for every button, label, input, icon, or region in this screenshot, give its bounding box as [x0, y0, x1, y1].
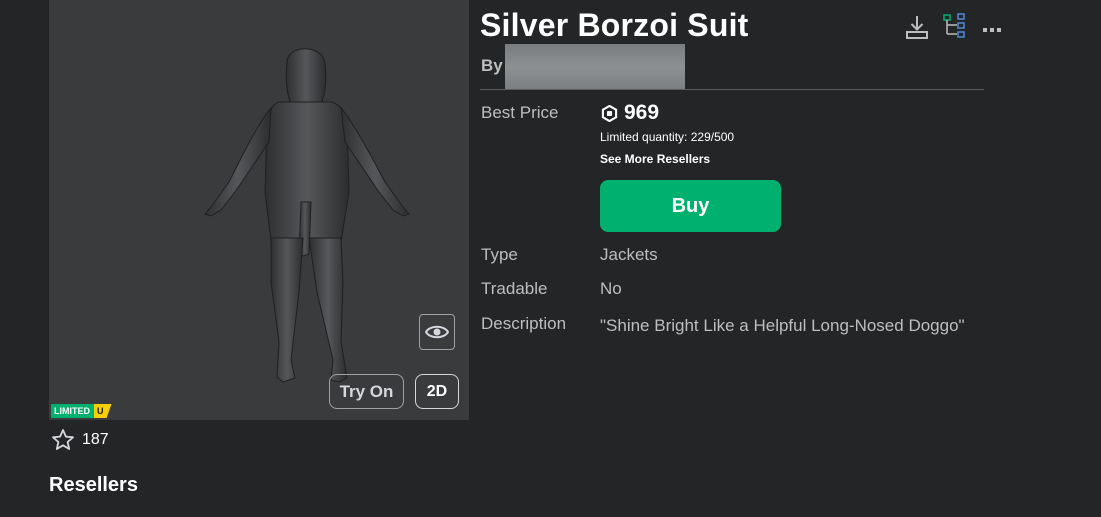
view-2d-button[interactable]: 2D	[415, 374, 459, 409]
limited-unique-badge: LIMITED U	[51, 404, 112, 418]
type-label: Type	[481, 245, 518, 264]
description-label: Description	[481, 314, 567, 333]
limited-quantity: Limited quantity: 229/500	[600, 130, 735, 144]
unique-badge-label: U	[94, 404, 112, 418]
hierarchy-icon	[943, 13, 965, 38]
description-value: "Shine Bright Like a Helpful Long-Nosed …	[600, 316, 965, 335]
tradable-value: No	[600, 279, 622, 298]
more-options-button[interactable]	[982, 21, 1002, 39]
resellers-heading: Resellers	[49, 474, 138, 496]
eye-icon	[425, 325, 449, 339]
item-thumbnail	[49, 0, 469, 420]
creator-name-redacted[interactable]	[505, 44, 685, 90]
item-title: Silver Borzoi Suit	[480, 7, 749, 43]
view-3d-button[interactable]	[419, 314, 455, 350]
header-divider	[480, 89, 984, 90]
buy-button[interactable]: Buy	[600, 180, 781, 232]
best-price-label: Best Price	[481, 103, 559, 122]
price-display: 969	[601, 101, 659, 125]
tradable-label: Tradable	[481, 279, 548, 298]
try-on-button[interactable]: Try On	[329, 374, 404, 409]
download-icon	[906, 16, 928, 39]
download-button[interactable]	[905, 14, 929, 45]
limited-badge-label: LIMITED	[51, 404, 94, 418]
creator-by-label: By	[481, 56, 503, 75]
hierarchy-button[interactable]	[943, 13, 967, 44]
see-more-resellers-link[interactable]: See More Resellers	[600, 152, 710, 166]
star-icon	[52, 429, 74, 450]
more-options-icon	[983, 28, 1001, 32]
favorite-button[interactable]: 187	[51, 428, 109, 452]
type-value[interactable]: Jackets	[600, 245, 658, 265]
robux-icon	[601, 104, 618, 122]
avatar-figure	[204, 48, 410, 383]
price-amount: 969	[624, 101, 660, 124]
favorite-count: 187	[82, 431, 109, 448]
